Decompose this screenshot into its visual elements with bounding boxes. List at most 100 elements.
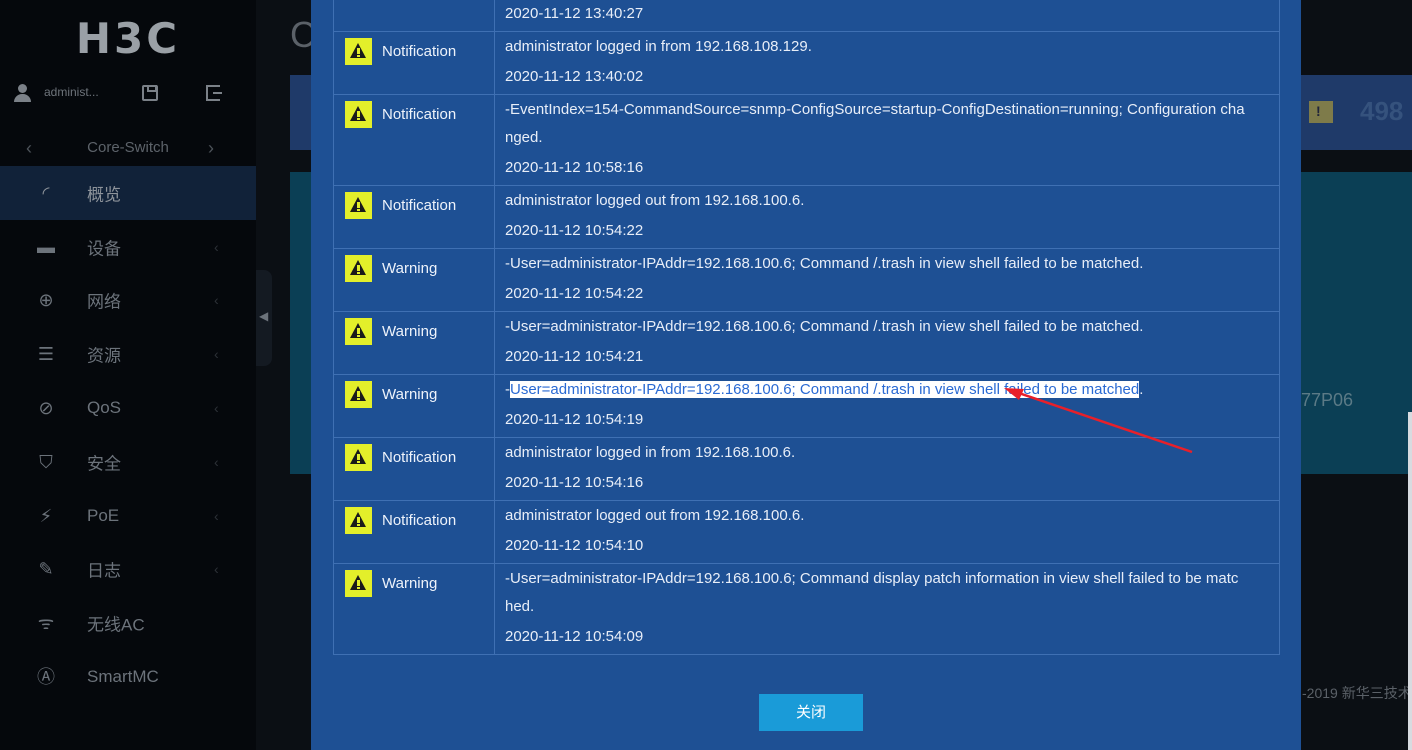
sidebar-item-6[interactable]: ⚡ PoE ‹ (0, 489, 256, 543)
log-level-label: Warning (382, 575, 438, 592)
chevron-right-icon[interactable]: › (208, 138, 214, 159)
log-timestamp: 2020-11-12 10:54:09 (505, 628, 644, 645)
warning-icon (345, 570, 372, 597)
qos-icon: ⊘ (38, 398, 54, 419)
sidebar-menu: ◜ 概览 ▬ 设备 ‹ ⊕ 网络 ‹ ☰ 资源 ‹ ⊘ QoS ‹ ⛉ 安全 ‹ ⚡ PoE ‹ ✎ 日志 ‹ ᯤ 无线AC Ⓐ S… (0, 166, 256, 704)
sidebar-item-7[interactable]: ✎ 日志 ‹ (0, 543, 256, 597)
warning-icon (345, 318, 372, 345)
chevron-left-icon: ‹ (214, 346, 219, 363)
app-root: H3C administ... ‹ Core-Switch › ◜ 概览 ▬ 设备 ‹ ⊕… (0, 0, 1412, 750)
logout-icon[interactable] (206, 85, 222, 101)
log-level-label: Notification (382, 512, 457, 529)
warning-icon (345, 192, 372, 219)
log-row: Warning -User=administrator-IPAddr=192.16… (333, 563, 1280, 655)
log-type-cell: Notification (333, 185, 495, 249)
sidebar-item-0[interactable]: ◜ 概览 (0, 166, 256, 220)
log-icon: ✎ (38, 559, 54, 580)
chevron-left-icon: ‹ (214, 400, 219, 417)
log-message-text: nged. (505, 129, 543, 146)
sidebar-item-4[interactable]: ⊘ QoS ‹ (0, 381, 256, 435)
selected-text-highlight: User=administrator-IPAddr=192.168.100.6;… (510, 381, 1140, 398)
window-edge (1408, 412, 1412, 750)
log-level-label: Warning (382, 260, 438, 277)
log-message-text: -EventIndex=154-CommandSource=snmp-Confi… (505, 101, 1245, 118)
sidebar-item-label: 无线AC (87, 615, 145, 635)
sidebar-item-label: 网络 (87, 292, 121, 312)
log-row: Warning -User=administrator-IPAddr=192.16… (333, 248, 1280, 312)
sidebar-item-9[interactable]: Ⓐ SmartMC (0, 650, 256, 704)
log-message-cell: administrator logged out from 192.168.10… (494, 185, 1280, 249)
log-level-label: Notification (382, 43, 457, 60)
warning-icon (345, 507, 372, 534)
sidebar-item-5[interactable]: ⛉ 安全 ‹ (0, 435, 256, 489)
sidebar: H3C administ... ‹ Core-Switch › ◜ 概览 ▬ 设备 ‹ ⊕… (0, 0, 256, 750)
device-switcher: ‹ Core-Switch › (0, 134, 256, 162)
chevron-left-icon: ‹ (214, 561, 219, 578)
sidebar-item-label: 设备 (87, 239, 121, 259)
user-name[interactable]: administ... (44, 85, 99, 99)
smartmc-icon: Ⓐ (37, 667, 55, 688)
log-row: Notification administrator logged in from… (333, 437, 1280, 501)
log-message-text: hed. (505, 598, 535, 615)
log-table: 2020-11-12 13:40:27 Notification administr… (333, 0, 1280, 655)
sidebar-item-label: 资源 (87, 346, 121, 366)
copyright-text: -2019 新华三技术 (1302, 685, 1412, 701)
sidebar-item-3[interactable]: ☰ 资源 ‹ (0, 327, 256, 381)
device-icon: ▬ (37, 236, 55, 257)
log-timestamp: 2020-11-12 10:54:21 (505, 348, 644, 365)
log-type-cell: Notification (333, 31, 495, 95)
user-bar: administ... (0, 80, 256, 110)
log-type-cell: Notification (333, 500, 495, 564)
log-level-label: Warning (382, 323, 438, 340)
alarm-icon[interactable]: ! (1309, 101, 1333, 123)
chevron-left-icon: ‹ (214, 453, 219, 470)
warning-icon (345, 38, 372, 65)
collapse-arrow-icon: ◀ (259, 309, 269, 323)
sidebar-item-label: PoE (87, 505, 120, 525)
chevron-left-icon: ‹ (214, 238, 219, 255)
log-dialog: 2020-11-12 13:40:27 Notification administr… (311, 0, 1301, 750)
sidebar-item-8[interactable]: ᯤ 无线AC (0, 596, 256, 650)
log-message-cell: administrator logged in from 192.168.100… (494, 437, 1280, 501)
log-type-cell: Notification (333, 94, 495, 186)
log-type-cell: Warning (333, 374, 495, 438)
chevron-left-icon: ‹ (214, 507, 219, 524)
alarm-count: 498 (1360, 96, 1404, 126)
sidebar-collapse-handle[interactable]: ◀ (256, 270, 272, 366)
warning-icon (345, 381, 372, 408)
log-timestamp: 2020-11-12 10:54:22 (505, 285, 644, 302)
log-timestamp: 2020-11-12 13:40:02 (505, 68, 644, 85)
sidebar-item-label: QoS (87, 398, 122, 418)
log-timestamp: 2020-11-12 10:54:22 (505, 222, 644, 239)
log-message-text: -User=administrator-IPAddr=192.168.100.6… (505, 318, 1144, 335)
sidebar-item-1[interactable]: ▬ 设备 ‹ (0, 220, 256, 274)
sidebar-item-label: 日志 (87, 561, 121, 581)
log-level-label: Notification (382, 197, 457, 214)
database-icon: ☰ (37, 344, 55, 365)
brand-logo: H3C (75, 14, 181, 63)
log-timestamp: 2020-11-12 10:54:19 (505, 411, 644, 428)
log-timestamp: 2020-11-12 13:40:27 (505, 5, 644, 22)
log-level-label: Warning (382, 386, 438, 403)
close-button[interactable]: 关闭 (759, 694, 863, 731)
log-message-text: -User=administrator-IPAddr=192.168.100.6… (505, 570, 1239, 587)
log-message-text: administrator logged out from 192.168.10… (505, 192, 805, 209)
save-icon[interactable] (142, 85, 158, 101)
log-row: Notification administrator logged in from… (333, 31, 1280, 95)
log-message-text: administrator logged in from 192.168.108… (505, 38, 812, 55)
log-message-cell: -User=administrator-IPAddr=192.168.100.6… (494, 248, 1280, 312)
log-message-cell: -User=administrator-IPAddr=192.168.100.6… (494, 311, 1280, 375)
log-message-text: administrator logged in from 192.168.100… (505, 444, 796, 461)
sidebar-item-2[interactable]: ⊕ 网络 ‹ (0, 274, 256, 328)
log-message-cell: administrator logged out from 192.168.10… (494, 500, 1280, 564)
log-type-cell: Warning (333, 563, 495, 655)
dashboard-icon: ◜ (42, 182, 50, 203)
log-type-cell: Warning (333, 248, 495, 312)
log-level-label: Notification (382, 106, 457, 123)
log-type-cell (333, 0, 495, 32)
log-message-cell: -EventIndex=154-CommandSource=snmp-Confi… (494, 94, 1280, 186)
sidebar-item-label: 概览 (87, 185, 121, 205)
log-row: Warning -User=administrator-IPAddr=192.16… (333, 311, 1280, 375)
log-message-text: administrator logged out from 192.168.10… (505, 507, 805, 524)
log-row: Warning -User=administrator-IPAddr=192.16… (333, 374, 1280, 438)
